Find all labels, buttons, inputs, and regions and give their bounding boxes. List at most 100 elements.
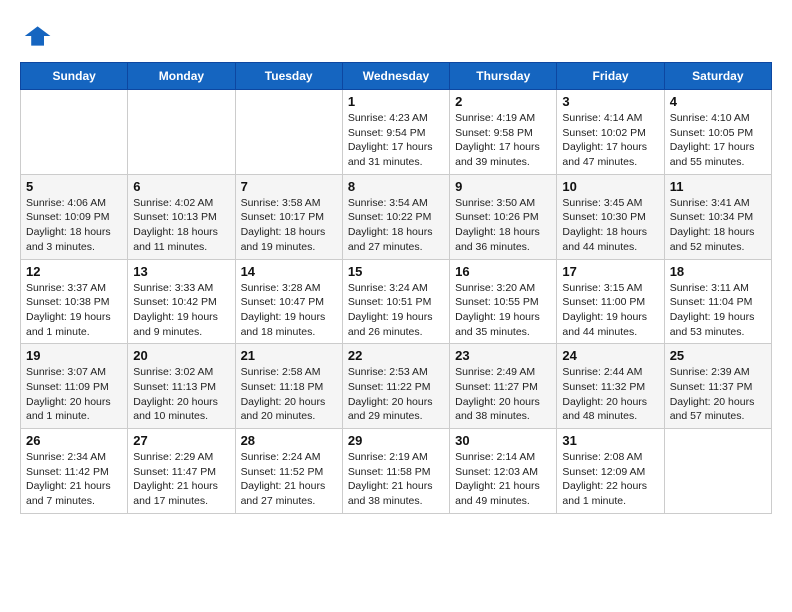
calendar-cell: 4 Sunrise: 4:10 AMSunset: 10:05 PMDayligh… <box>664 90 771 175</box>
calendar-cell: 26 Sunrise: 2:34 AMSunset: 11:42 PMDaylig… <box>21 429 128 514</box>
day-info: Sunrise: 3:28 AMSunset: 10:47 PMDaylight… <box>241 281 337 340</box>
calendar-cell: 9 Sunrise: 3:50 AMSunset: 10:26 PMDayligh… <box>450 174 557 259</box>
date-number: 24 <box>562 348 658 363</box>
calendar-cell: 10 Sunrise: 3:45 AMSunset: 10:30 PMDaylig… <box>557 174 664 259</box>
date-number: 7 <box>241 179 337 194</box>
date-number: 6 <box>133 179 229 194</box>
date-number: 19 <box>26 348 122 363</box>
date-number: 8 <box>348 179 444 194</box>
day-header-thursday: Thursday <box>450 63 557 90</box>
date-number: 18 <box>670 264 766 279</box>
calendar-cell: 18 Sunrise: 3:11 AMSunset: 11:04 PMDaylig… <box>664 259 771 344</box>
calendar-cell: 30Sunrise: 2:14 AMSunset: 12:03 AMDaylig… <box>450 429 557 514</box>
logo-icon <box>20 20 52 52</box>
date-number: 5 <box>26 179 122 194</box>
calendar-cell: 5 Sunrise: 4:06 AMSunset: 10:09 PMDayligh… <box>21 174 128 259</box>
calendar-cell: 7 Sunrise: 3:58 AMSunset: 10:17 PMDayligh… <box>235 174 342 259</box>
date-number: 14 <box>241 264 337 279</box>
calendar-cell: 1 Sunrise: 4:23 AMSunset: 9:54 PMDaylight… <box>342 90 449 175</box>
calendar-cell: 15Sunrise: 3:24 AMSunset: 10:51 PMDaylig… <box>342 259 449 344</box>
calendar-cell: 24 Sunrise: 2:44 AMSunset: 11:32 PMDaylig… <box>557 344 664 429</box>
day-header-monday: Monday <box>128 63 235 90</box>
day-info: Sunrise: 3:45 AMSunset: 10:30 PMDaylight… <box>562 196 658 255</box>
calendar-cell: 8 Sunrise: 3:54 AMSunset: 10:22 PMDayligh… <box>342 174 449 259</box>
day-header-sunday: Sunday <box>21 63 128 90</box>
calendar-cell: 3 Sunrise: 4:14 AMSunset: 10:02 PMDayligh… <box>557 90 664 175</box>
date-number: 23 <box>455 348 551 363</box>
date-number: 22 <box>348 348 444 363</box>
page-header <box>20 20 772 52</box>
day-header-tuesday: Tuesday <box>235 63 342 90</box>
day-info: Sunrise: 2:44 AMSunset: 11:32 PMDaylight… <box>562 365 658 424</box>
day-info: Sunrise: 2:34 AMSunset: 11:42 PMDaylight… <box>26 450 122 509</box>
date-number: 4 <box>670 94 766 109</box>
day-info: Sunrise: 2:08 AMSunset: 12:09 AMDaylight… <box>562 450 658 509</box>
day-info: Sunrise: 3:24 AMSunset: 10:51 PMDaylight… <box>348 281 444 340</box>
day-info: Sunrise: 2:58 AMSunset: 11:18 PMDaylight… <box>241 365 337 424</box>
date-number: 17 <box>562 264 658 279</box>
calendar-cell: 14 Sunrise: 3:28 AMSunset: 10:47 PMDaylig… <box>235 259 342 344</box>
calendar-cell: 29 Sunrise: 2:19 AMSunset: 11:58 PMDaylig… <box>342 429 449 514</box>
calendar-cell: 19Sunrise: 3:07 AMSunset: 11:09 PMDaylig… <box>21 344 128 429</box>
calendar-cell: 6 Sunrise: 4:02 AMSunset: 10:13 PMDayligh… <box>128 174 235 259</box>
calendar-cell <box>21 90 128 175</box>
day-info: Sunrise: 4:02 AMSunset: 10:13 PMDaylight… <box>133 196 229 255</box>
calendar-cell: 2 Sunrise: 4:19 AMSunset: 9:58 PMDaylight… <box>450 90 557 175</box>
calendar-cell: 31 Sunrise: 2:08 AMSunset: 12:09 AMDaylig… <box>557 429 664 514</box>
day-header-friday: Friday <box>557 63 664 90</box>
calendar-cell: 28 Sunrise: 2:24 AMSunset: 11:52 PMDaylig… <box>235 429 342 514</box>
day-info: Sunrise: 2:39 AMSunset: 11:37 PMDaylight… <box>670 365 766 424</box>
calendar-cell <box>235 90 342 175</box>
date-number: 21 <box>241 348 337 363</box>
calendar-cell <box>128 90 235 175</box>
calendar-cell: 17 Sunrise: 3:15 AMSunset: 11:00 PMDaylig… <box>557 259 664 344</box>
calendar-cell: 13 Sunrise: 3:33 AMSunset: 10:42 PMDaylig… <box>128 259 235 344</box>
day-info: Sunrise: 4:06 AMSunset: 10:09 PMDaylight… <box>26 196 122 255</box>
calendar-cell: 20Sunrise: 3:02 AMSunset: 11:13 PMDaylig… <box>128 344 235 429</box>
day-info: Sunrise: 2:19 AMSunset: 11:58 PMDaylight… <box>348 450 444 509</box>
day-info: Sunrise: 2:49 AMSunset: 11:27 PMDaylight… <box>455 365 551 424</box>
date-number: 27 <box>133 433 229 448</box>
day-info: Sunrise: 3:50 AMSunset: 10:26 PMDaylight… <box>455 196 551 255</box>
day-info: Sunrise: 3:37 AMSunset: 10:38 PMDaylight… <box>26 281 122 340</box>
date-number: 25 <box>670 348 766 363</box>
date-number: 10 <box>562 179 658 194</box>
calendar-cell: 21 Sunrise: 2:58 AMSunset: 11:18 PMDaylig… <box>235 344 342 429</box>
day-info: Sunrise: 4:10 AMSunset: 10:05 PMDaylight… <box>670 111 766 170</box>
date-number: 1 <box>348 94 444 109</box>
date-number: 30 <box>455 433 551 448</box>
day-info: Sunrise: 4:23 AMSunset: 9:54 PMDaylight:… <box>348 111 444 170</box>
day-info: Sunrise: 3:15 AMSunset: 11:00 PMDaylight… <box>562 281 658 340</box>
date-number: 26 <box>26 433 122 448</box>
calendar-cell: 27 Sunrise: 2:29 AMSunset: 11:47 PMDaylig… <box>128 429 235 514</box>
date-number: 2 <box>455 94 551 109</box>
calendar-table: SundayMondayTuesdayWednesdayThursdayFrid… <box>20 62 772 514</box>
day-header-saturday: Saturday <box>664 63 771 90</box>
date-number: 20 <box>133 348 229 363</box>
day-header-wednesday: Wednesday <box>342 63 449 90</box>
day-info: Sunrise: 3:20 AMSunset: 10:55 PMDaylight… <box>455 281 551 340</box>
date-number: 29 <box>348 433 444 448</box>
day-info: Sunrise: 2:29 AMSunset: 11:47 PMDaylight… <box>133 450 229 509</box>
day-info: Sunrise: 3:11 AMSunset: 11:04 PMDaylight… <box>670 281 766 340</box>
calendar-cell <box>664 429 771 514</box>
date-number: 13 <box>133 264 229 279</box>
day-info: Sunrise: 3:41 AMSunset: 10:34 PMDaylight… <box>670 196 766 255</box>
calendar-cell: 16 Sunrise: 3:20 AMSunset: 10:55 PMDaylig… <box>450 259 557 344</box>
day-info: Sunrise: 2:53 AMSunset: 11:22 PMDaylight… <box>348 365 444 424</box>
day-info: Sunrise: 3:58 AMSunset: 10:17 PMDaylight… <box>241 196 337 255</box>
day-info: Sunrise: 3:54 AMSunset: 10:22 PMDaylight… <box>348 196 444 255</box>
calendar-cell: 22 Sunrise: 2:53 AMSunset: 11:22 PMDaylig… <box>342 344 449 429</box>
day-info: Sunrise: 2:24 AMSunset: 11:52 PMDaylight… <box>241 450 337 509</box>
date-number: 3 <box>562 94 658 109</box>
day-info: Sunrise: 3:33 AMSunset: 10:42 PMDaylight… <box>133 281 229 340</box>
calendar-cell: 11Sunrise: 3:41 AMSunset: 10:34 PMDaylig… <box>664 174 771 259</box>
date-number: 16 <box>455 264 551 279</box>
day-info: Sunrise: 4:19 AMSunset: 9:58 PMDaylight:… <box>455 111 551 170</box>
date-number: 31 <box>562 433 658 448</box>
calendar-cell: 12Sunrise: 3:37 AMSunset: 10:38 PMDaylig… <box>21 259 128 344</box>
logo <box>20 20 56 52</box>
date-number: 9 <box>455 179 551 194</box>
date-number: 28 <box>241 433 337 448</box>
day-info: Sunrise: 4:14 AMSunset: 10:02 PMDaylight… <box>562 111 658 170</box>
